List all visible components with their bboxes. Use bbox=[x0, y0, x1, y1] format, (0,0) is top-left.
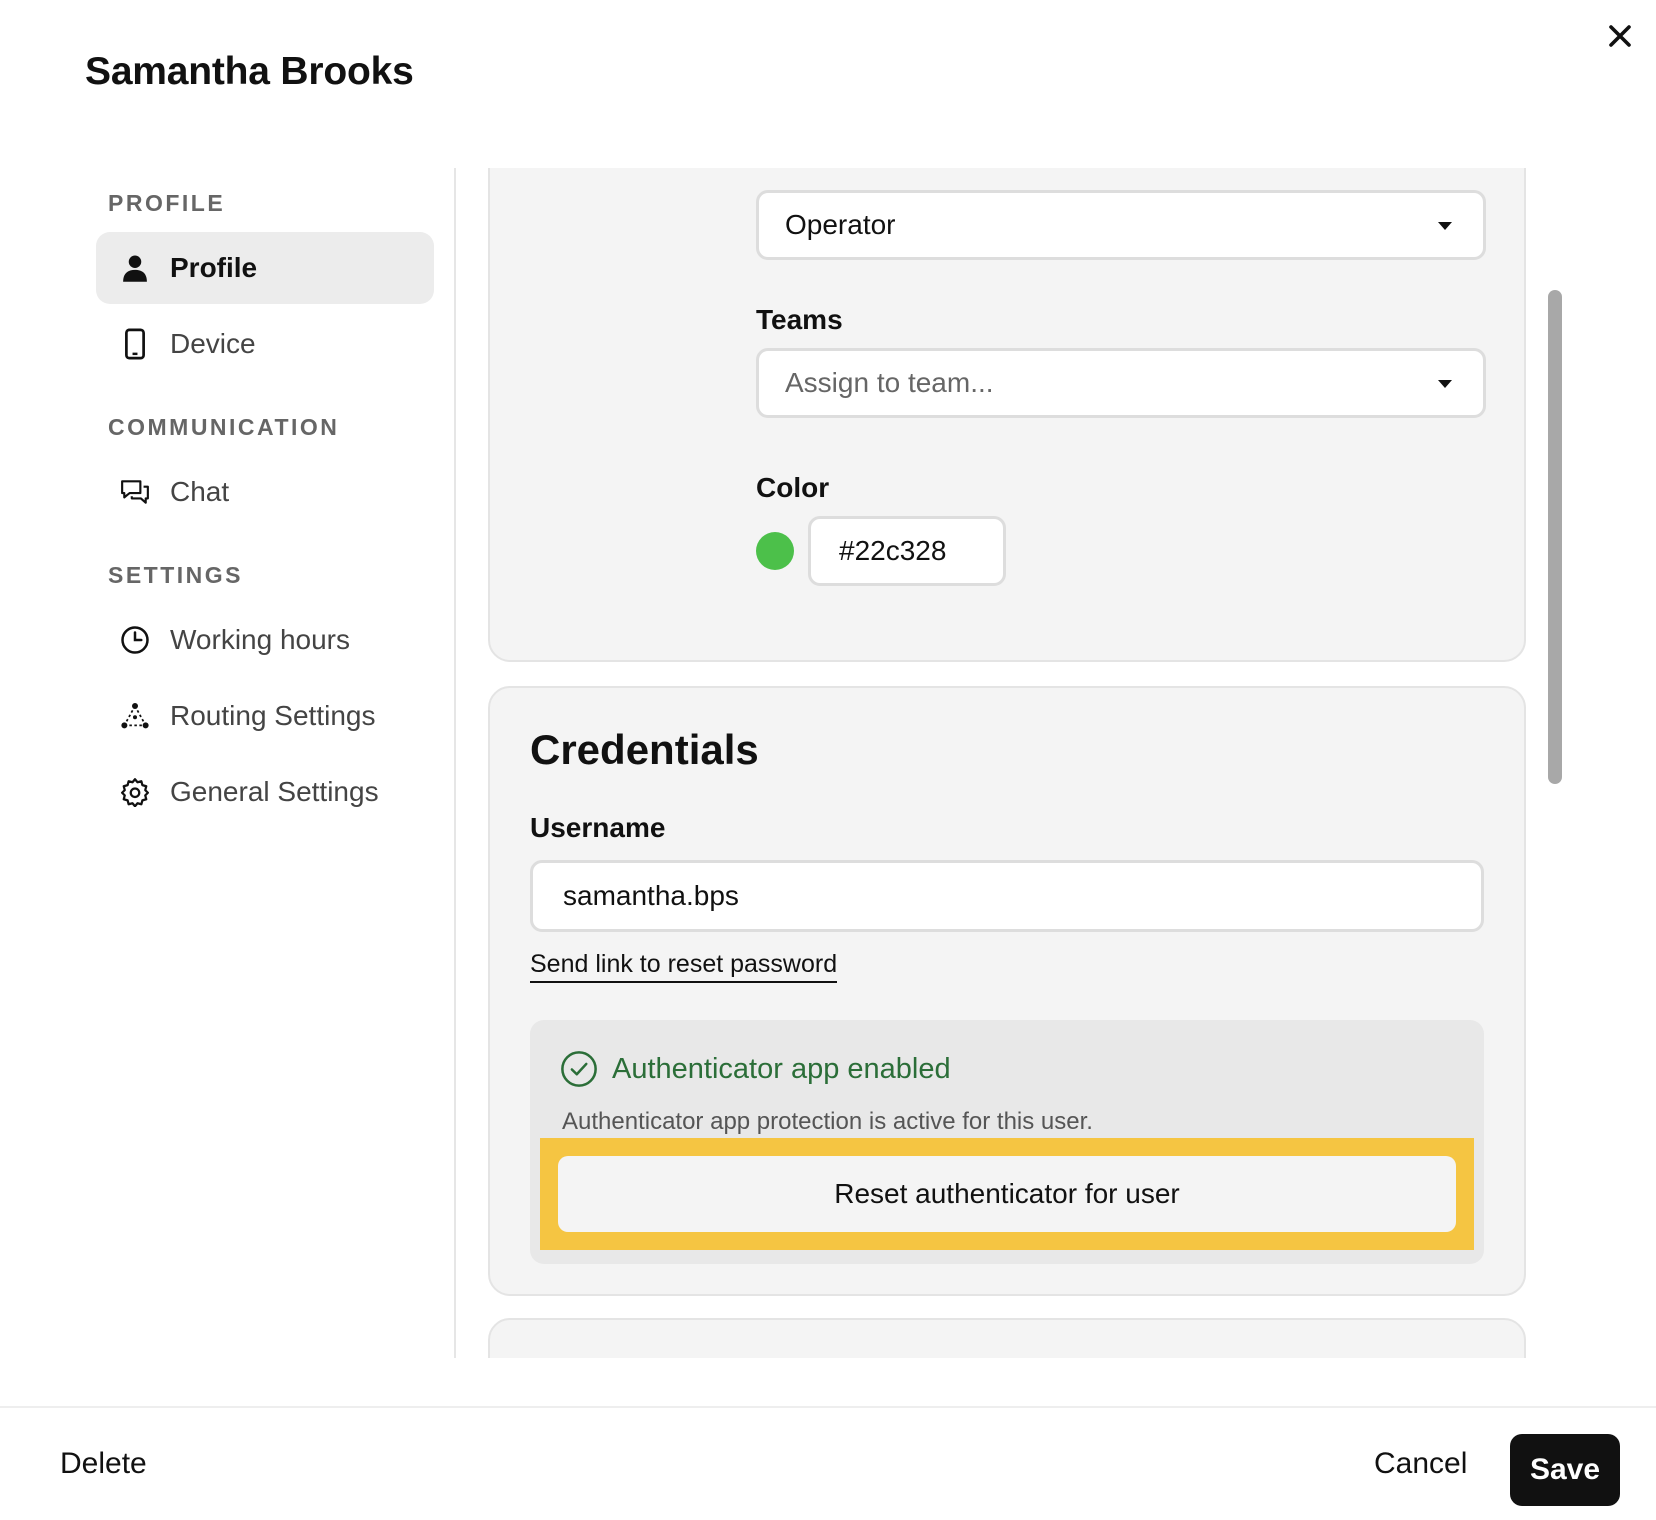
sidebar-item-working-hours[interactable]: Working hours bbox=[96, 604, 434, 676]
reset-password-link[interactable]: Send link to reset password bbox=[530, 950, 838, 983]
user-settings-dialog: Samantha Brooks PROFILE Profile Device C… bbox=[0, 0, 1656, 1520]
gear-icon bbox=[118, 775, 152, 809]
teams-select-placeholder: Assign to team... bbox=[785, 367, 994, 398]
role-select[interactable]: Operator bbox=[756, 190, 1486, 260]
delete-button[interactable]: Delete bbox=[60, 1428, 147, 1500]
username-field[interactable]: samantha.bps bbox=[530, 860, 1484, 932]
scrollbar-thumb[interactable] bbox=[1548, 290, 1562, 784]
color-hex-input[interactable]: #22c328 bbox=[808, 516, 1006, 586]
check-circle-icon bbox=[560, 1050, 598, 1088]
next-section-card bbox=[488, 1318, 1526, 1358]
dialog-title: Samantha Brooks bbox=[85, 50, 414, 93]
profile-card: Operator Teams Assign to team... Color #… bbox=[488, 168, 1526, 662]
dialog-footer: Delete Cancel Save bbox=[0, 1406, 1656, 1520]
sidebar-item-device[interactable]: Device bbox=[96, 308, 434, 380]
sidebar-item-routing-settings[interactable]: Routing Settings bbox=[96, 680, 434, 752]
teams-select[interactable]: Assign to team... bbox=[756, 348, 1486, 418]
authenticator-status: Authenticator app enabled bbox=[560, 1050, 951, 1088]
chat-bubbles-icon bbox=[118, 475, 152, 509]
sidebar-item-label: Device bbox=[170, 328, 256, 359]
clock-icon bbox=[118, 623, 152, 657]
teams-label: Teams bbox=[756, 304, 843, 335]
person-icon bbox=[118, 251, 152, 285]
settings-scroll-area[interactable]: Operator Teams Assign to team... Color #… bbox=[488, 168, 1528, 1358]
save-button[interactable]: Save bbox=[1510, 1434, 1620, 1506]
color-swatch[interactable] bbox=[756, 532, 794, 570]
credentials-title: Credentials bbox=[530, 726, 759, 773]
section-label-profile: PROFILE bbox=[108, 190, 226, 216]
sidebar-item-label: Chat bbox=[170, 476, 230, 507]
authenticator-description: Authenticator app protection is active f… bbox=[562, 1108, 1093, 1135]
credentials-card: Credentials Username samantha.bps Send l… bbox=[488, 686, 1526, 1296]
sidebar-item-label: Routing Settings bbox=[170, 700, 376, 731]
sidebar-item-general-settings[interactable]: General Settings bbox=[96, 756, 434, 828]
color-label: Color bbox=[756, 472, 830, 503]
sidebar-item-profile[interactable]: Profile bbox=[96, 232, 434, 304]
color-hex-value: #22c328 bbox=[839, 535, 947, 566]
sidebar-divider bbox=[454, 168, 456, 1358]
username-value: samantha.bps bbox=[563, 880, 739, 911]
reset-authenticator-highlight: Reset authenticator for user bbox=[540, 1138, 1474, 1250]
phone-icon bbox=[118, 327, 152, 361]
authenticator-panel: Authenticator app enabled Authenticator … bbox=[530, 1020, 1484, 1264]
close-icon bbox=[1609, 25, 1631, 47]
username-label: Username bbox=[530, 812, 666, 843]
sidebar-item-label: General Settings bbox=[170, 776, 379, 807]
chevron-down-icon bbox=[1438, 222, 1452, 230]
cancel-button[interactable]: Cancel bbox=[1374, 1428, 1467, 1500]
authenticator-status-text: Authenticator app enabled bbox=[612, 1052, 951, 1085]
sidebar-item-label: Working hours bbox=[170, 624, 351, 655]
section-label-communication: COMMUNICATION bbox=[108, 414, 340, 440]
reset-authenticator-button[interactable]: Reset authenticator for user bbox=[558, 1156, 1456, 1232]
close-button[interactable] bbox=[1598, 14, 1642, 58]
role-select-value: Operator bbox=[785, 209, 896, 240]
sidebar-item-chat[interactable]: Chat bbox=[96, 456, 434, 528]
section-label-settings: SETTINGS bbox=[108, 562, 244, 588]
sidebar-item-label: Profile bbox=[170, 252, 258, 283]
routing-nodes-icon bbox=[118, 699, 152, 733]
chevron-down-icon bbox=[1438, 380, 1452, 388]
